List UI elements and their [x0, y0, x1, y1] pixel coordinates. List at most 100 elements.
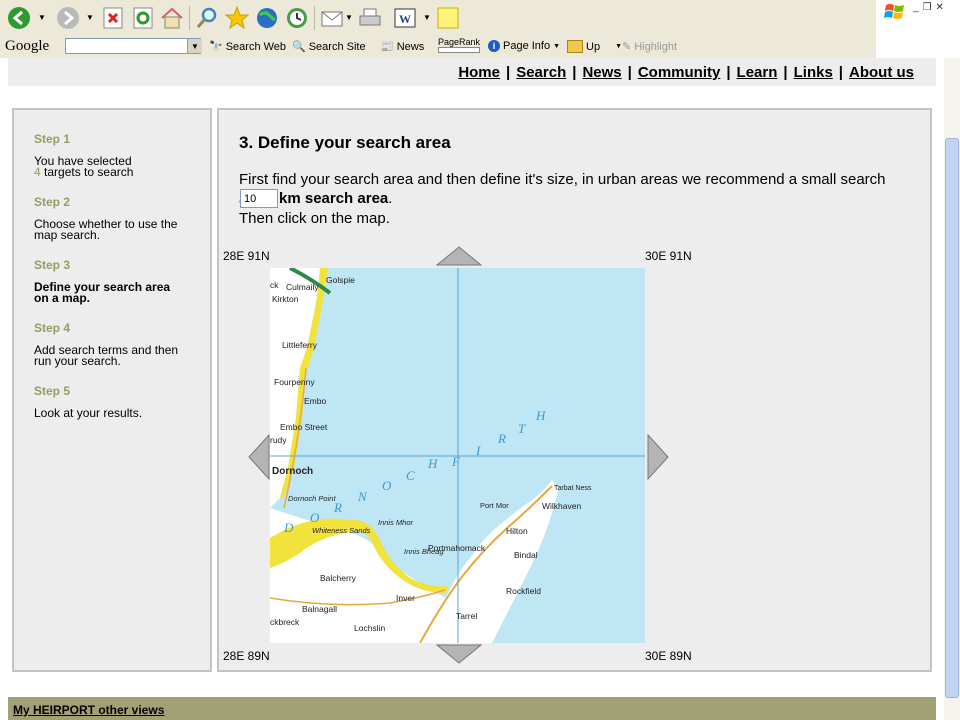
svg-text:W: W: [399, 12, 411, 26]
close-icon[interactable]: ✕: [936, 2, 948, 13]
pan-east-arrow-icon[interactable]: [647, 434, 669, 480]
news-label: News: [396, 40, 425, 53]
pan-west-arrow-icon[interactable]: [248, 434, 270, 480]
binoculars-icon: 🔭: [209, 41, 223, 53]
page-info-label: Page Info: [503, 40, 551, 52]
place-label: Lochslin: [354, 623, 385, 633]
km-label-suffix: .: [388, 190, 393, 207]
info-icon: i: [488, 40, 500, 52]
place-label: Whiteness Sands: [312, 526, 371, 535]
place-label: Culmaily: [286, 282, 319, 292]
pagerank-label: PageRank: [438, 37, 481, 47]
other-views-link[interactable]: My HEIRPORT other views: [13, 703, 164, 717]
nav-home-link[interactable]: Home: [458, 64, 500, 81]
pan-south-arrow-icon[interactable]: [436, 644, 482, 664]
window-controls[interactable]: _❐✕: [913, 2, 948, 13]
stop-icon[interactable]: [100, 5, 126, 31]
step-3-title: Step 3: [34, 258, 71, 272]
firth-letter: R: [497, 431, 506, 446]
nav-links-link[interactable]: Links: [794, 64, 833, 81]
news-button[interactable]: 📰 News: [380, 40, 425, 54]
google-search-dropdown-icon[interactable]: ▼: [187, 39, 202, 53]
vertical-scrollbar[interactable]: [944, 58, 960, 720]
nav-news-link[interactable]: News: [582, 64, 621, 81]
search-area-map[interactable]: D O R N O C H F I R T H Golspie Culmaily…: [270, 268, 645, 643]
refresh-icon[interactable]: [130, 5, 156, 31]
forward-icon[interactable]: [55, 5, 81, 31]
place-label: ck: [270, 280, 279, 290]
browser-toolbar: ▼ ▼ ▼ W ▼: [0, 0, 876, 36]
folder-up-icon: [567, 40, 583, 53]
edit-word-icon[interactable]: W: [392, 5, 418, 31]
media-globe-icon[interactable]: [254, 5, 280, 31]
nav-separator: |: [726, 64, 731, 81]
coord-bottom-right: 30E 89N: [645, 649, 692, 663]
edit-dropdown-icon[interactable]: ▼: [423, 13, 431, 22]
step-3-text: Define your search area on a map.: [34, 280, 171, 305]
search-site-button[interactable]: 🔍 Search Site: [292, 40, 366, 54]
place-label: Balnagall: [302, 604, 337, 614]
nav-separator: |: [783, 64, 788, 81]
nav-learn-link[interactable]: Learn: [737, 64, 778, 81]
up-button[interactable]: Up ▼: [567, 40, 622, 53]
pagerank-bar: [438, 47, 481, 53]
coord-bottom-left: 28E 89N: [223, 649, 270, 663]
firth-letter: H: [427, 456, 438, 471]
page-info-dropdown-icon[interactable]: ▼: [553, 43, 560, 50]
place-label: Embo Street: [280, 422, 328, 432]
firth-letter: C: [406, 468, 415, 483]
pan-north-arrow-icon[interactable]: [436, 246, 482, 266]
firth-letter: I: [475, 443, 481, 458]
up-dropdown-icon[interactable]: ▼: [615, 43, 622, 50]
google-logo: Google: [5, 38, 50, 54]
mail-icon[interactable]: [319, 5, 345, 31]
back-dropdown-icon[interactable]: ▼: [38, 13, 46, 22]
scrollbar-thumb[interactable]: [945, 138, 959, 698]
history-icon[interactable]: [284, 5, 310, 31]
place-label: Tarrel: [456, 611, 477, 621]
firth-letter: O: [310, 510, 320, 525]
search-web-button[interactable]: 🔭 Search Web: [209, 40, 286, 54]
place-label: Fourpenny: [274, 377, 315, 387]
restore-icon[interactable]: ❐: [923, 2, 936, 13]
place-label: Wilkhaven: [542, 501, 581, 511]
place-label: Balcherry: [320, 573, 357, 583]
step-4-text: Add search terms and then run your searc…: [34, 343, 179, 368]
print-icon[interactable]: [357, 5, 383, 31]
place-label: Tarbat Ness: [554, 485, 592, 492]
firth-letter: O: [382, 478, 392, 493]
back-icon[interactable]: [6, 5, 32, 31]
news-icon: 📰: [380, 41, 394, 53]
nav-search-link[interactable]: Search: [516, 64, 566, 81]
up-label: Up: [586, 40, 601, 53]
google-search-input[interactable]: [65, 38, 201, 54]
step-2-title: Step 2: [34, 195, 71, 209]
pagerank-indicator[interactable]: PageRank: [438, 37, 480, 53]
search-icon[interactable]: [194, 5, 220, 31]
note-icon[interactable]: [435, 5, 461, 31]
step-4-title: Step 4: [34, 321, 71, 335]
click-instruction: Then click on the map.: [239, 210, 390, 227]
place-label: Port Mor: [480, 501, 509, 510]
page-info-button[interactable]: i Page Info ▼: [488, 40, 560, 52]
windows-logo-icon: [884, 4, 904, 19]
favorites-star-icon[interactable]: [224, 5, 250, 31]
home-icon[interactable]: [159, 5, 185, 31]
place-label: Portmahomack: [428, 543, 486, 553]
minimize-icon[interactable]: _: [913, 2, 923, 13]
place-label: Inver: [396, 593, 415, 603]
firth-letter: H: [535, 408, 546, 423]
forward-dropdown-icon[interactable]: ▼: [86, 13, 94, 22]
nav-community-link[interactable]: Community: [638, 64, 721, 81]
highlighter-icon: ✎: [622, 41, 632, 53]
place-label: Bindal: [514, 550, 538, 560]
map-drawing: D O R N O C H F I R T H Golspie Culmaily…: [270, 268, 645, 643]
site-search-icon: 🔍: [292, 41, 306, 53]
km-label-text: km search area: [279, 190, 389, 207]
km-radius-input[interactable]: [240, 189, 278, 208]
highlight-button[interactable]: ✎ Highlight: [622, 40, 677, 54]
mail-dropdown-icon[interactable]: ▼: [345, 13, 353, 22]
firth-letter: D: [283, 520, 294, 535]
nav-about-link[interactable]: About us: [849, 64, 914, 81]
place-label: rudy: [270, 435, 287, 445]
